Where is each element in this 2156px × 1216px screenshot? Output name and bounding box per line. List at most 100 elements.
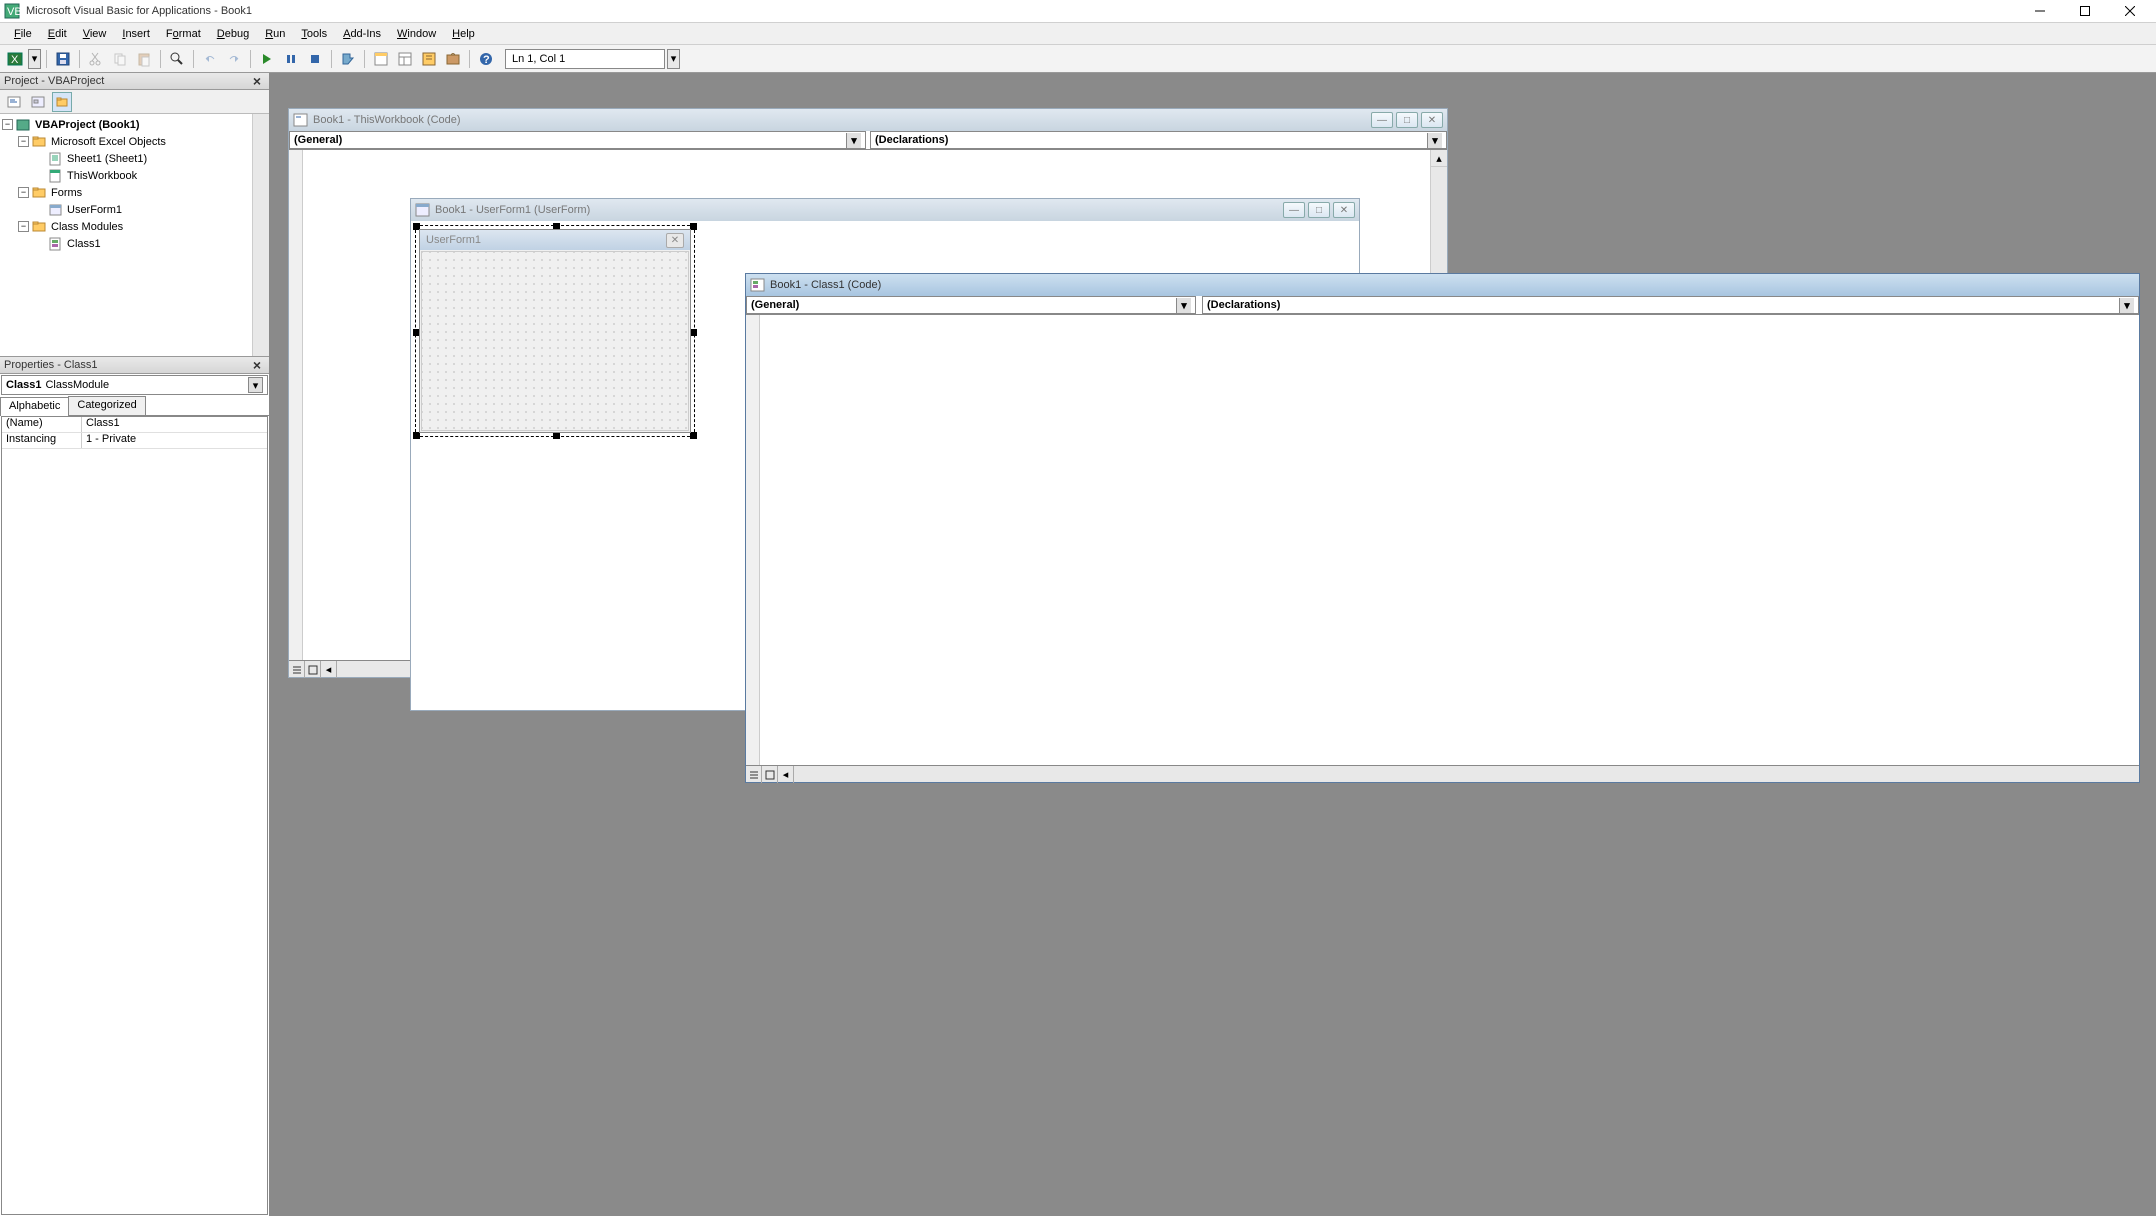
redo-button[interactable] (223, 48, 245, 70)
insert-dropdown[interactable]: ▾ (28, 49, 41, 69)
procedure-view-button[interactable] (746, 766, 762, 783)
tree-userform1[interactable]: UserForm1 (2, 201, 267, 218)
project-icon (16, 118, 32, 132)
object-browser-button[interactable] (418, 48, 440, 70)
properties-close[interactable]: × (249, 357, 265, 373)
window-class1[interactable]: Book1 - Class1 (Code) (General)▾ (Declar… (745, 273, 2140, 783)
project-explorer: Project - VBAProject × − VBAProject (Boo… (0, 73, 269, 357)
tree-class1[interactable]: Class1 (2, 235, 267, 252)
scroll-left-button[interactable]: ◂ (778, 766, 794, 783)
design-mode-button[interactable] (337, 48, 359, 70)
properties-object-selector[interactable]: Class1 ClassModule ▾ (1, 375, 268, 395)
object-dropdown[interactable]: (General)▾ (746, 296, 1196, 314)
maximize-button[interactable] (2062, 0, 2107, 22)
project-explorer-close[interactable]: × (249, 73, 265, 89)
paste-button[interactable] (133, 48, 155, 70)
child-maximize-button[interactable]: □ (1308, 202, 1330, 218)
menu-addins[interactable]: Add-Ins (335, 26, 389, 42)
view-excel-button[interactable]: X (4, 48, 26, 70)
view-object-button[interactable] (28, 92, 48, 112)
child-minimize-button[interactable]: — (1371, 112, 1393, 128)
titlebar: VB Microsoft Visual Basic for Applicatio… (0, 0, 2156, 23)
tab-alphabetic[interactable]: Alphabetic (0, 397, 69, 416)
expander-icon[interactable]: − (18, 221, 29, 232)
full-module-view-button[interactable] (305, 661, 321, 678)
window-class1-titlebar[interactable]: Book1 - Class1 (Code) (746, 274, 2139, 296)
expander-icon[interactable]: − (18, 187, 29, 198)
menu-insert[interactable]: Insert (114, 26, 158, 42)
properties-window-button[interactable] (394, 48, 416, 70)
tree-forms[interactable]: − Forms (2, 184, 267, 201)
menu-window[interactable]: Window (389, 26, 444, 42)
help-button[interactable]: ? (475, 48, 497, 70)
toggle-folders-button[interactable] (52, 92, 72, 112)
horizontal-scrollbar[interactable] (794, 766, 914, 782)
properties-header: Properties - Class1 × (0, 357, 269, 374)
menu-file[interactable]: File (6, 26, 40, 42)
tree-excel-objects[interactable]: − Microsoft Excel Objects (2, 133, 267, 150)
undo-button[interactable] (199, 48, 221, 70)
object-dropdown[interactable]: (General)▾ (289, 131, 866, 149)
procedure-dropdown[interactable]: (Declarations)▾ (870, 131, 1447, 149)
properties-title: Properties - Class1 (4, 359, 249, 371)
expander-icon[interactable]: − (2, 119, 13, 130)
tree-class-modules[interactable]: − Class Modules (2, 218, 267, 235)
scroll-left-button[interactable]: ◂ (321, 661, 337, 678)
full-module-view-button[interactable] (762, 766, 778, 783)
window-thisworkbook-titlebar[interactable]: Book1 - ThisWorkbook (Code) — □ ✕ (289, 109, 1447, 131)
child-maximize-button[interactable]: □ (1396, 112, 1418, 128)
properties-window: Properties - Class1 × Class1 ClassModule… (0, 357, 269, 1216)
menu-run[interactable]: Run (257, 26, 293, 42)
properties-grid[interactable]: (Name) Class1 Instancing 1 - Private (1, 416, 268, 1215)
break-button[interactable] (280, 48, 302, 70)
copy-button[interactable] (109, 48, 131, 70)
tree-vbaproject[interactable]: − VBAProject (Book1) (2, 116, 267, 133)
property-row[interactable]: Instancing 1 - Private (2, 433, 267, 449)
menu-tools[interactable]: Tools (293, 26, 335, 42)
project-tree[interactable]: − VBAProject (Book1) − Microsoft Excel O… (0, 114, 269, 356)
child-close-button[interactable]: ✕ (1333, 202, 1355, 218)
cut-button[interactable] (85, 48, 107, 70)
dropdown-arrow-icon[interactable]: ▾ (248, 377, 263, 393)
child-minimize-button[interactable]: — (1283, 202, 1305, 218)
svg-text:X: X (11, 54, 19, 66)
app-icon: VB (4, 3, 20, 19)
child-close-button[interactable]: ✕ (1421, 112, 1443, 128)
toolbar-overflow[interactable]: ▾ (667, 49, 680, 69)
userform-close-icon: ✕ (666, 233, 684, 248)
save-button[interactable] (52, 48, 74, 70)
procedure-view-button[interactable] (289, 661, 305, 678)
menu-view[interactable]: View (75, 26, 115, 42)
expander-icon[interactable]: − (18, 136, 29, 147)
cursor-position: Ln 1, Col 1 (505, 49, 665, 69)
menu-format[interactable]: Format (158, 26, 209, 42)
menu-edit[interactable]: Edit (40, 26, 75, 42)
class-icon (48, 237, 64, 251)
project-explorer-title: Project - VBAProject (4, 75, 249, 87)
tree-scrollbar[interactable] (252, 114, 269, 356)
userform-surface[interactable]: UserForm1 ✕ (419, 229, 691, 433)
form-window-icon (415, 203, 431, 217)
menu-help[interactable]: Help (444, 26, 483, 42)
procedure-dropdown[interactable]: (Declarations)▾ (1202, 296, 2139, 314)
class-window-icon (750, 278, 766, 292)
project-explorer-button[interactable] (370, 48, 392, 70)
close-button[interactable] (2107, 0, 2152, 22)
tab-categorized[interactable]: Categorized (68, 396, 145, 415)
window-userform-titlebar[interactable]: Book1 - UserForm1 (UserForm) — □ ✕ (411, 199, 1359, 221)
minimize-button[interactable] (2017, 0, 2062, 22)
view-code-button[interactable] (4, 92, 24, 112)
toolbox-button[interactable] (442, 48, 464, 70)
property-row[interactable]: (Name) Class1 (2, 417, 267, 433)
code-editor[interactable] (760, 315, 2139, 765)
code-window-icon (293, 113, 309, 127)
reset-button[interactable] (304, 48, 326, 70)
menu-debug[interactable]: Debug (209, 26, 257, 42)
tree-thisworkbook[interactable]: ThisWorkbook (2, 167, 267, 184)
userform-caption: UserForm1 (426, 234, 481, 246)
run-button[interactable] (256, 48, 278, 70)
code-margin (289, 150, 303, 660)
tree-sheet1[interactable]: Sheet1 (Sheet1) (2, 150, 267, 167)
find-button[interactable] (166, 48, 188, 70)
userform-client-area[interactable] (421, 251, 689, 431)
